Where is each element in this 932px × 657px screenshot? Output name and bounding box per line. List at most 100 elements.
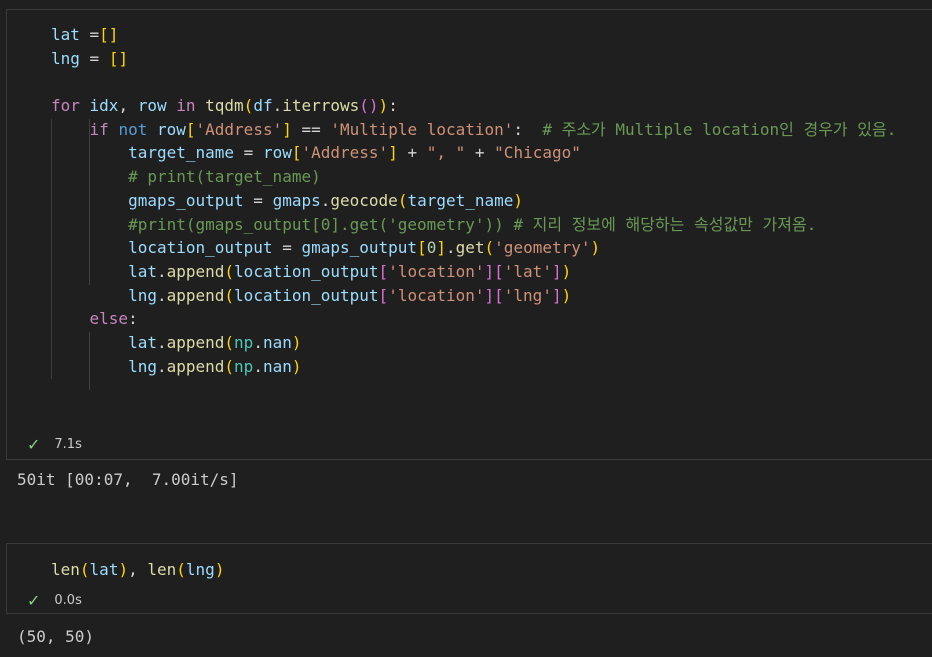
code-token: ][: [484, 261, 504, 281]
code-token: lng: [51, 48, 80, 68]
code-token: # print(target_name): [128, 167, 321, 187]
code-token: gmaps_output: [128, 190, 244, 210]
code-token: (: [397, 190, 408, 210]
code-line[interactable]: if not row['Address'] == 'Multiple locat…: [51, 118, 897, 142]
code-token: lng: [128, 356, 157, 376]
code-token: row: [156, 119, 186, 139]
code-token: append: [166, 356, 225, 376]
code-line[interactable]: lng = []: [51, 47, 896, 71]
code-token: []: [99, 25, 119, 44]
code-token: location_output: [234, 261, 379, 281]
code-token: location_output: [234, 285, 379, 305]
code-token: .: [156, 332, 167, 352]
code-line[interactable]: lat.append(np.nan): [51, 331, 896, 355]
code-token: :: [388, 96, 398, 116]
code-token: :: [513, 119, 543, 139]
code-token: "Chicago": [494, 143, 581, 163]
code-token: append: [166, 285, 225, 305]
code-token: lng: [185, 560, 215, 579]
code-token: (: [224, 285, 235, 305]
code-token: gmaps_output: [301, 238, 418, 258]
code-token: 'Address': [301, 143, 389, 163]
code-token: lat: [89, 560, 119, 579]
code-token: np: [234, 332, 254, 352]
code-cell-2[interactable]: len(lat), len(lng) ✓ 0.0s: [6, 543, 932, 614]
code-line[interactable]: location_output = gmaps_output[0].get('g…: [51, 236, 896, 260]
code-line[interactable]: lng.append(location_output['location']['…: [51, 284, 896, 308]
code-token: for: [51, 96, 90, 116]
code-token: geocode: [330, 190, 398, 210]
code-token: len: [147, 560, 177, 579]
code-token: (): [359, 96, 379, 116]
code-token: iterrows: [282, 96, 360, 116]
code-token: (: [176, 560, 186, 579]
code-line[interactable]: #print(gmaps_output[0].get('geometry')) …: [51, 213, 896, 237]
code-line[interactable]: [51, 70, 896, 94]
code-token: target_name: [128, 143, 235, 163]
code-token: 'Multiple location': [330, 119, 514, 139]
code-token: # 주소가 Multiple location인 경우가 있음.: [542, 119, 897, 139]
code-line[interactable]: len(lat), len(lng): [51, 558, 224, 582]
cell-output: 50it [00:07, 7.00it/s]: [17, 470, 239, 489]
code-line[interactable]: target_name = row['Address'] + ", " + "C…: [51, 141, 896, 165]
code-token: (: [484, 238, 495, 258]
code-line[interactable]: for idx, row in tqdm(df.iterrows()):: [51, 94, 896, 118]
code-token: target_name: [407, 190, 514, 210]
code-line[interactable]: lat =[]: [51, 23, 896, 47]
code-editor[interactable]: len(lat), len(lng): [51, 558, 224, 582]
code-token: (: [224, 261, 235, 281]
code-token: ): [291, 332, 302, 352]
code-token: ): [561, 261, 572, 281]
code-token: append: [166, 332, 225, 352]
code-token: ): [214, 560, 225, 579]
code-token: idx: [89, 96, 119, 116]
code-token: =: [234, 143, 263, 163]
code-line[interactable]: gmaps_output = gmaps.geocode(target_name…: [51, 189, 896, 213]
code-token: [: [378, 261, 389, 281]
code-token: :: [128, 309, 138, 329]
code-token: np: [234, 356, 254, 376]
code-token: ): [118, 560, 129, 579]
code-token: tqdm: [205, 96, 244, 116]
code-token: .: [253, 332, 263, 352]
code-line[interactable]: else:: [51, 307, 896, 331]
code-token: ][: [484, 285, 504, 305]
code-token: row: [137, 96, 167, 116]
code-editor[interactable]: lat =[] lng = [] for idx, row in tqdm(df.…: [51, 23, 896, 378]
code-token: (: [224, 332, 235, 352]
code-token: 'location': [388, 285, 485, 305]
code-token: ==: [291, 119, 331, 139]
code-token: nan: [262, 356, 292, 376]
code-token: not: [118, 119, 157, 139]
code-line[interactable]: lng.append(np.nan): [51, 355, 896, 379]
code-token: .: [320, 190, 331, 210]
code-token: [: [185, 119, 196, 139]
code-token: ]: [282, 119, 292, 139]
code-token: .: [272, 96, 283, 116]
code-token: gmaps: [272, 190, 321, 210]
code-token: =: [243, 190, 273, 210]
check-icon: ✓: [27, 435, 41, 454]
code-token: ]: [551, 285, 562, 305]
code-token: else: [89, 309, 129, 329]
code-token: .: [156, 356, 167, 376]
code-cell-1[interactable]: lat =[] lng = [] for idx, row in tqdm(df.…: [6, 9, 932, 460]
code-line[interactable]: lat.append(location_output['location']['…: [51, 260, 896, 284]
code-token: .: [253, 356, 263, 376]
code-token: df: [253, 96, 273, 116]
code-token: row: [262, 143, 292, 163]
code-line[interactable]: # print(target_name): [51, 165, 896, 189]
code-token: .: [445, 238, 456, 258]
code-token: .: [156, 261, 167, 281]
code-token: lat: [128, 261, 157, 281]
execution-time: 0.0s: [54, 593, 82, 608]
code-token: ,: [118, 96, 138, 116]
